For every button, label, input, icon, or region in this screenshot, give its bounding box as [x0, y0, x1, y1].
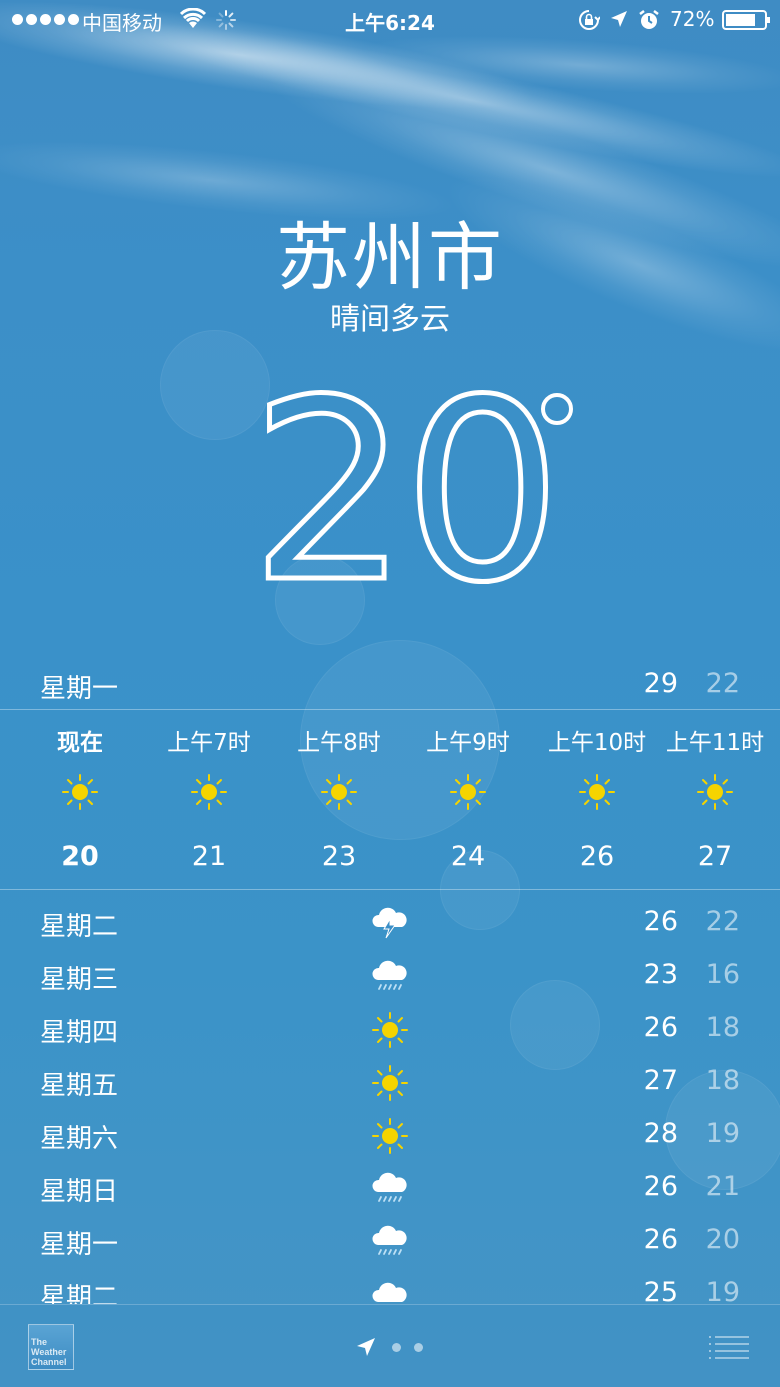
- day-low-temp: 20: [705, 1224, 740, 1255]
- day-high-temp: 26: [643, 1224, 678, 1255]
- current-temperature: 20: [250, 385, 573, 585]
- day-high-temp: 26: [643, 906, 678, 937]
- daily-row: 星期日 26 21: [0, 1163, 780, 1216]
- today-high-temp: 29: [643, 668, 678, 699]
- status-time: 上午6:24: [345, 11, 435, 35]
- day-low-temp: 18: [705, 1065, 740, 1096]
- hour-label: 上午7时: [167, 730, 251, 756]
- day-low-temp: 19: [705, 1118, 740, 1149]
- daily-row: 星期二 25 19: [0, 1269, 780, 1304]
- hourly-forecast[interactable]: 现在 20 上午7时 21 上午8时 23 上午9时 24 上午10时 26 上…: [0, 709, 780, 889]
- cloud-icon: [372, 1282, 407, 1302]
- hour-temp: 23: [321, 841, 357, 872]
- hour-temp: 24: [450, 841, 486, 872]
- day-name: 星期六: [40, 1124, 119, 1154]
- battery-percentage: 72%: [670, 7, 715, 31]
- day-high-temp: 23: [643, 959, 678, 990]
- alarm-icon: [639, 10, 659, 29]
- hour-label: 上午8时: [297, 730, 381, 756]
- daily-row: 星期二 26 22: [0, 898, 780, 951]
- day-name: 星期一: [40, 1230, 119, 1260]
- temperature-value: 20: [250, 385, 556, 585]
- daily-row: 星期六 28 19: [0, 1110, 780, 1163]
- day-high-temp: 27: [643, 1065, 678, 1096]
- sun-icon: [450, 774, 486, 810]
- status-bar: 中国移动 上午6:24 72%: [0, 0, 780, 40]
- day-name: 星期四: [40, 1018, 119, 1048]
- daily-row: 星期三 23 16: [0, 951, 780, 1004]
- sun-icon: [372, 1012, 408, 1048]
- today-day-label: 星期一: [40, 674, 119, 704]
- page-dot[interactable]: [414, 1343, 423, 1352]
- hour-temp: 27: [697, 841, 733, 872]
- city-list-icon[interactable]: [708, 1334, 750, 1362]
- rain-icon: [371, 1171, 408, 1202]
- weather-channel-logo[interactable]: The Weather Channel: [28, 1324, 74, 1370]
- day-low-temp: 22: [705, 906, 740, 937]
- daily-row: 星期四 26 18: [0, 1004, 780, 1057]
- hour-temp: 21: [191, 841, 227, 872]
- thunderstorm-icon: [371, 907, 408, 939]
- daily-row: 星期五 27 18: [0, 1057, 780, 1110]
- day-low-temp: 19: [705, 1277, 740, 1304]
- day-high-temp: 26: [643, 1171, 678, 1202]
- hour-label: 上午10时: [547, 730, 647, 756]
- hour-temp: 20: [61, 841, 99, 872]
- sun-icon: [321, 774, 357, 810]
- location-arrow-icon[interactable]: [356, 1337, 376, 1357]
- day-low-temp: 21: [705, 1171, 740, 1202]
- day-high-temp: 28: [643, 1118, 678, 1149]
- rain-icon: [371, 959, 408, 990]
- sun-icon: [697, 774, 733, 810]
- day-name: 星期日: [40, 1177, 119, 1207]
- sun-icon: [372, 1065, 408, 1101]
- battery-icon: [722, 10, 770, 30]
- weather-condition: 晴间多云: [330, 302, 450, 337]
- hour-label: 现在: [57, 730, 103, 756]
- divider-bottom: [0, 889, 780, 890]
- location-services-icon: [611, 11, 627, 27]
- today-low-temp: 22: [705, 668, 740, 699]
- weather-channel-logo-text: The Weather Channel: [31, 1337, 67, 1367]
- sun-icon: [372, 1118, 408, 1154]
- hour-temp: 26: [579, 841, 615, 872]
- hour-label: 上午9时: [426, 730, 510, 756]
- footer-bar: The Weather Channel: [0, 1304, 780, 1387]
- day-name: 星期二: [40, 912, 119, 942]
- day-name: 星期五: [40, 1071, 119, 1101]
- day-name: 星期三: [40, 965, 119, 995]
- today-summary-row: 星期一 29 22: [0, 660, 780, 708]
- sun-icon: [191, 774, 227, 810]
- daily-row: 星期一 26 20: [0, 1216, 780, 1269]
- sun-icon: [579, 774, 615, 810]
- rotation-lock-icon: [579, 10, 600, 30]
- day-name: 星期二: [40, 1283, 119, 1304]
- daily-forecast-list[interactable]: 星期二 26 22 星期三 23 16 星期四 26 18 星期五 27 18 …: [0, 898, 780, 1304]
- day-low-temp: 18: [705, 1012, 740, 1043]
- page-dot[interactable]: [392, 1343, 401, 1352]
- day-high-temp: 26: [643, 1012, 678, 1043]
- hour-label: 上午11时: [665, 730, 765, 756]
- day-high-temp: 25: [643, 1277, 678, 1304]
- day-low-temp: 16: [705, 959, 740, 990]
- rain-icon: [371, 1224, 408, 1255]
- city-name: 苏州市: [276, 215, 504, 301]
- sun-icon: [62, 774, 98, 810]
